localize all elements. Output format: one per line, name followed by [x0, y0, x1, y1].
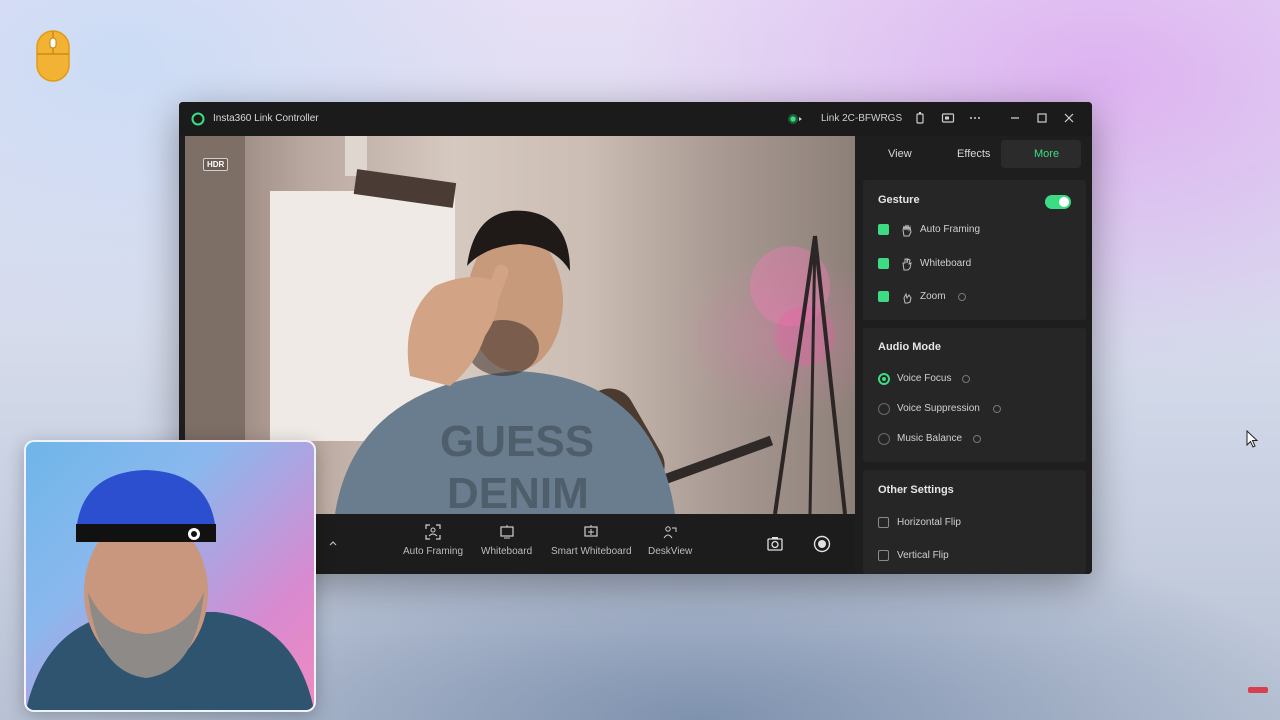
snapshot-icon[interactable]: [766, 536, 784, 552]
info-icon[interactable]: [958, 293, 966, 301]
setting-label: Vertical Flip: [897, 550, 949, 561]
checkbox-unchecked[interactable]: [878, 550, 889, 561]
presenter-webcam-overlay: [24, 440, 316, 712]
tool-smart-whiteboard[interactable]: Smart Whiteboard: [551, 524, 632, 557]
gesture-label: Zoom: [920, 291, 946, 302]
status-connected-icon: [788, 114, 802, 124]
gesture-auto-framing-row[interactable]: Auto Framing: [878, 223, 1058, 237]
audio-music-balance-row[interactable]: Music Balance: [878, 432, 1068, 446]
title-bar: Insta360 Link Controller Link 2C-BFWRGS: [179, 102, 1092, 136]
checkbox-unchecked[interactable]: [878, 517, 889, 528]
tab-more[interactable]: More: [1034, 148, 1059, 160]
mouse-icon: [36, 30, 70, 82]
tool-label: Whiteboard: [481, 546, 533, 557]
chevron-up-icon[interactable]: [329, 540, 337, 546]
tool-auto-framing[interactable]: Auto Framing: [403, 524, 463, 557]
presenter-scene: [26, 470, 314, 710]
setting-label: Horizontal Flip: [897, 517, 961, 528]
tool-label: Auto Framing: [403, 546, 464, 557]
tool-label: Smart Whiteboard: [551, 546, 632, 557]
gesture-section: Gesture Auto Framing Whiteboard Zoom: [863, 180, 1086, 320]
smart-whiteboard-icon: [584, 525, 598, 537]
channel-watermark-badge: [1248, 687, 1268, 693]
checkbox-checked[interactable]: [878, 291, 889, 302]
pinch-icon: [903, 292, 912, 304]
app-title: Insta360 Link Controller: [213, 113, 319, 124]
tool-whiteboard[interactable]: Whiteboard: [481, 524, 532, 557]
svg-text:GUESS: GUESS: [440, 417, 594, 466]
radio-unselected[interactable]: [878, 403, 890, 415]
gesture-label: Auto Framing: [920, 224, 981, 235]
screen-icon[interactable]: [941, 111, 955, 125]
svg-text:DENIM: DENIM: [447, 469, 589, 514]
gesture-title: Gesture: [878, 194, 920, 206]
checkbox-checked[interactable]: [878, 258, 889, 269]
audio-mode-title: Audio Mode: [878, 341, 941, 353]
app-logo-icon: [191, 112, 205, 126]
battery-icon[interactable]: [913, 111, 927, 125]
tool-deskview[interactable]: DeskView: [648, 524, 692, 557]
info-icon[interactable]: [993, 405, 1001, 413]
hdr-badge: HDR: [203, 158, 229, 171]
audio-mode-section: Audio Mode Voice Focus Voice Suppression…: [863, 328, 1086, 462]
gesture-toggle[interactable]: [1045, 195, 1071, 209]
palm-icon: [902, 258, 912, 271]
checkbox-checked[interactable]: [878, 224, 889, 235]
more-icon[interactable]: [968, 111, 982, 125]
info-icon[interactable]: [962, 375, 970, 383]
radio-unselected[interactable]: [878, 433, 890, 445]
bottom-toolbar: Auto Framing Whiteboard Smart Whiteboard…: [315, 514, 855, 574]
vertical-flip-row[interactable]: Vertical Flip: [878, 549, 1058, 563]
tab-bar: View Effects More: [861, 136, 1092, 172]
maximize-icon[interactable]: [1035, 111, 1049, 125]
gesture-label: Whiteboard: [920, 258, 972, 269]
other-settings-title: Other Settings: [878, 484, 954, 496]
tab-effects[interactable]: Effects: [957, 148, 990, 160]
gesture-whiteboard-row[interactable]: Whiteboard: [878, 257, 1058, 271]
mouse-cursor-icon: [1246, 430, 1258, 448]
settings-panel: View Effects More Gesture Auto Framing W…: [861, 136, 1092, 574]
whiteboard-icon: [499, 525, 514, 539]
audio-label: Music Balance: [897, 433, 963, 444]
tool-label: DeskView: [648, 546, 693, 557]
tab-view[interactable]: View: [888, 148, 912, 160]
device-name[interactable]: Link 2C-BFWRGS: [821, 113, 902, 124]
audio-label: Voice Focus: [897, 373, 952, 384]
audio-voice-suppression-row[interactable]: Voice Suppression: [878, 402, 1068, 416]
gesture-zoom-row[interactable]: Zoom: [878, 290, 1058, 304]
info-icon[interactable]: [973, 435, 981, 443]
audio-voice-focus-row[interactable]: Voice Focus: [878, 372, 1068, 386]
horizontal-flip-row[interactable]: Horizontal Flip: [878, 516, 1058, 530]
other-settings-section: Other Settings Horizontal Flip Vertical …: [863, 470, 1086, 574]
record-icon[interactable]: [813, 535, 831, 553]
deskview-icon: [663, 526, 677, 539]
auto-framing-icon: [425, 524, 441, 540]
audio-label: Voice Suppression: [897, 403, 980, 414]
radio-selected[interactable]: [878, 373, 890, 385]
hand-icon: [902, 224, 912, 237]
close-icon[interactable]: [1062, 111, 1076, 125]
minimize-icon[interactable]: [1008, 111, 1022, 125]
